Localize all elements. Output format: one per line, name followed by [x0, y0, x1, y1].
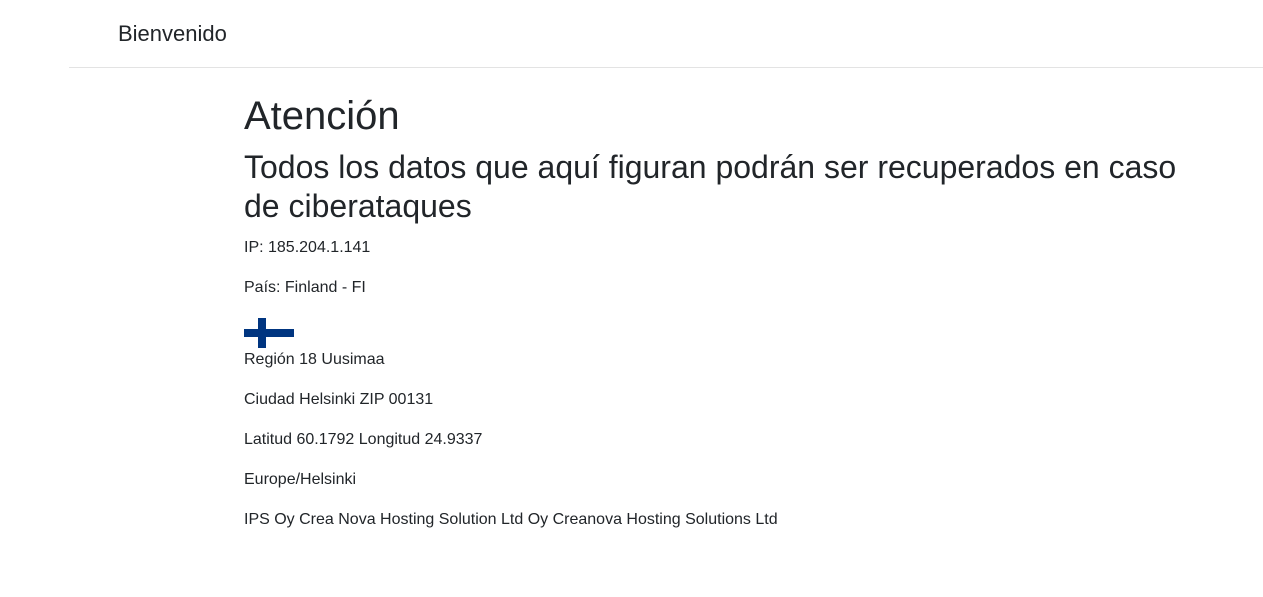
city-zip-text: Ciudad Helsinki ZIP 00131: [244, 391, 434, 408]
isp-text: IPS Oy Crea Nova Hosting Solution Ltd Oy…: [244, 511, 778, 528]
coordinates-text: Latitud 60.1792 Longitud 24.9337: [244, 431, 483, 448]
country-text: País: Finland - FI: [244, 279, 366, 296]
timezone-text: Europe/Helsinki: [244, 471, 357, 488]
finland-flag-icon: [244, 318, 294, 348]
brand-link[interactable]: Bienvenido: [118, 20, 227, 48]
region-text: Región 18 Uusimaa: [244, 351, 385, 368]
top-navbar: Bienvenido: [69, 0, 1263, 68]
main-content: Atención Todos los datos que aquí figura…: [244, 92, 1204, 530]
page-subtitle: Todos los datos que aquí figuran podrán …: [244, 149, 1177, 224]
page-title: Atención: [244, 94, 400, 138]
ip-address: IP: 185.204.1.141: [244, 239, 371, 256]
